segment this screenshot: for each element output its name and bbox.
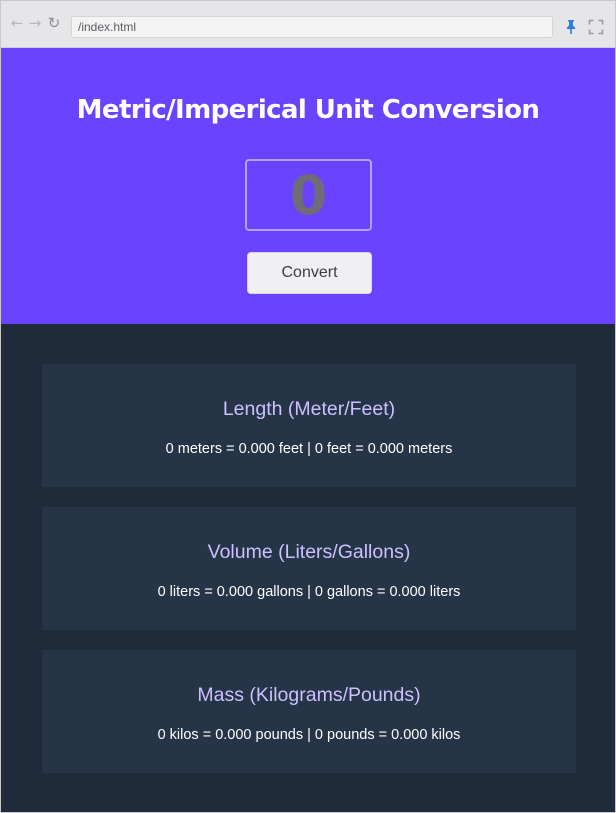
address-bar[interactable]: /index.html: [71, 16, 553, 38]
length-card-title: Length (Meter/Feet): [222, 398, 396, 420]
arrow-left-icon[interactable]: ←: [8, 14, 26, 32]
volume-result: 0 liters = 0.000 gallons | 0 gallons = 0…: [157, 584, 461, 600]
mass-card-title: Mass (Kilograms/Pounds): [197, 684, 421, 706]
length-card: Length (Meter/Feet) 0 meters = 0.000 fee…: [42, 364, 576, 487]
fullscreen-icon[interactable]: [588, 19, 604, 35]
number-input[interactable]: [245, 159, 372, 231]
volume-card: Volume (Liters/Gallons) 0 liters = 0.000…: [42, 507, 576, 630]
mass-card: Mass (Kilograms/Pounds) 0 kilos = 0.000 …: [42, 650, 576, 773]
pin-icon[interactable]: [563, 19, 579, 35]
convert-button[interactable]: Convert: [247, 252, 372, 294]
volume-card-title: Volume (Liters/Gallons): [207, 541, 411, 563]
length-result: 0 meters = 0.000 feet | 0 feet = 0.000 m…: [165, 441, 453, 457]
page-title: Metric/Imperical Unit Conversion: [76, 95, 540, 125]
arrow-right-icon[interactable]: →: [26, 14, 44, 32]
browser-toolbar: ← → ↻ /index.html: [1, 1, 615, 48]
mass-result: 0 kilos = 0.000 pounds | 0 pounds = 0.00…: [157, 727, 461, 743]
hero-section: Metric/Imperical Unit Conversion Convert: [1, 48, 615, 324]
browser-window: ← → ↻ /index.html Metric/Imperical Unit …: [0, 0, 616, 813]
reload-icon[interactable]: ↻: [45, 14, 63, 32]
